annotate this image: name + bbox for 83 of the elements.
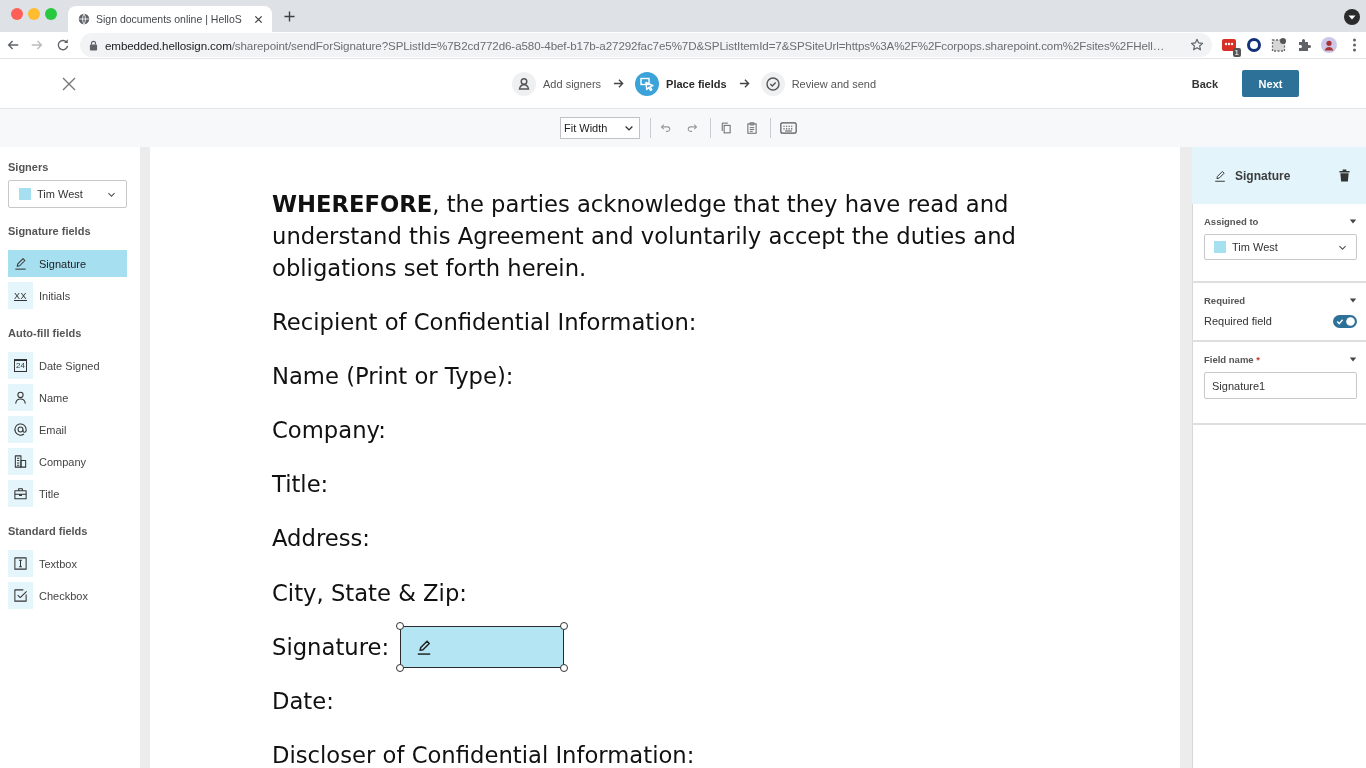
copy-icon[interactable] [720, 122, 732, 134]
step-label[interactable]: Add signers [543, 77, 602, 90]
field-item[interactable]: Email [8, 416, 127, 443]
browser-tab[interactable]: Sign documents online | HelloS [68, 6, 272, 32]
section-label: Required [1204, 294, 1246, 306]
next-button[interactable]: Next [1242, 70, 1299, 97]
trash-icon[interactable] [1339, 169, 1350, 182]
document-text: City, State & Zip: [272, 580, 467, 605]
cursor-icon [635, 71, 660, 96]
calendar-icon: 24 [8, 352, 33, 379]
zoom-select[interactable]: Fit Width [560, 117, 640, 139]
text-cursor-icon [8, 550, 33, 577]
field-item[interactable]: Company [8, 448, 127, 475]
more-icon[interactable] [1352, 37, 1357, 53]
step-label[interactable]: Place fields [666, 77, 727, 90]
person-icon [8, 384, 33, 411]
document-text: Discloser of Confidential Information: [272, 742, 695, 767]
resize-handle[interactable] [396, 621, 405, 630]
checkbox-icon [8, 582, 33, 609]
back-button[interactable]: Back [1191, 71, 1218, 96]
check-circle-icon [760, 71, 785, 96]
back-arrow-icon[interactable] [6, 38, 20, 52]
dashed-frame-icon[interactable] [1271, 37, 1287, 53]
document-text: Address: [272, 526, 370, 551]
star-icon[interactable] [1190, 38, 1204, 52]
avatar-icon[interactable] [1321, 37, 1337, 53]
signer-select[interactable]: Tim West [8, 180, 127, 208]
arrow-right-icon [613, 78, 625, 89]
at-sign-icon [8, 416, 33, 443]
toggle-label: Required field [1204, 315, 1272, 327]
section-label: Signature fields [8, 225, 91, 237]
field-name-input[interactable]: Signature1 [1204, 372, 1357, 399]
initials-icon: XX [8, 282, 33, 309]
building-icon [8, 448, 33, 475]
resize-handle[interactable] [396, 663, 405, 672]
section-label: Field name * [1204, 353, 1260, 365]
field-item[interactable]: Title [8, 480, 127, 507]
field-item[interactable]: Name [8, 384, 127, 411]
field-item[interactable]: 24 Date Signed [8, 352, 127, 379]
section-label: Standard fields [8, 525, 88, 537]
plus-icon[interactable] [283, 10, 295, 22]
chevron-circle-icon[interactable] [1344, 8, 1360, 25]
document-text: Title: [272, 472, 329, 497]
person-icon [512, 71, 536, 96]
arrow-right-icon [738, 78, 750, 89]
undo-icon[interactable] [660, 122, 672, 134]
pen-icon [1213, 168, 1227, 183]
keyboard-icon[interactable] [780, 122, 797, 134]
close-icon[interactable] [253, 14, 263, 24]
section-label: Auto-fill fields [8, 327, 82, 339]
panel-title: Signature [1235, 168, 1291, 183]
redo-icon[interactable] [686, 122, 698, 134]
address-bar[interactable]: embedded.hellosign.com/sharepoint/sendForSignature?SPListId=%7B2cd772d6-a580-4bef-b17b-a27292fac7e5%7D&SPListItemId=7&SPSiteUrl=https%3A%2F%2Fcorpops.sharepoint.com%2Fsites%2FHell… [80, 33, 1212, 57]
document-paragraph: WHEREFORE, the parties acknowledge that they have read and understand this Agreement and voluntarily accept the duties and obligations set forth herein. [272, 190, 1017, 283]
section-label: Signers [8, 161, 49, 173]
document-text: Recipient of Confidential Information: [272, 310, 697, 335]
field-item[interactable]: XX Initials [8, 282, 127, 309]
extension-icon[interactable] [1221, 37, 1237, 53]
globe-icon [78, 13, 90, 25]
resize-handle[interactable] [560, 621, 569, 630]
resize-handle[interactable] [560, 663, 569, 672]
clipboard-icon[interactable] [746, 122, 758, 134]
briefcase-icon [8, 480, 33, 507]
document-text: Signature: [272, 634, 390, 659]
caret-down-icon[interactable] [1349, 297, 1357, 303]
field-item[interactable]: Textbox [8, 550, 127, 577]
document-text: Name (Print or Type): [272, 364, 514, 389]
lock-icon [89, 39, 98, 51]
caret-down-icon[interactable] [1349, 356, 1357, 362]
close-icon[interactable] [62, 76, 76, 91]
puzzle-icon[interactable] [1296, 37, 1312, 53]
field-item[interactable]: Checkbox [8, 582, 127, 609]
toggle-switch[interactable] [1333, 314, 1357, 328]
step-label[interactable]: Review and send [791, 77, 877, 90]
document-text: Company: [272, 418, 386, 443]
ring-icon[interactable] [1246, 37, 1262, 53]
assignee-select[interactable]: Tim West [1204, 234, 1357, 260]
badge-count: 1 [1232, 48, 1241, 57]
section-label: Assigned to [1204, 215, 1259, 227]
reload-icon[interactable] [56, 38, 70, 52]
field-item[interactable]: Signature [8, 250, 127, 277]
caret-down-icon[interactable] [1349, 218, 1357, 224]
document-text: Date: [272, 688, 334, 713]
